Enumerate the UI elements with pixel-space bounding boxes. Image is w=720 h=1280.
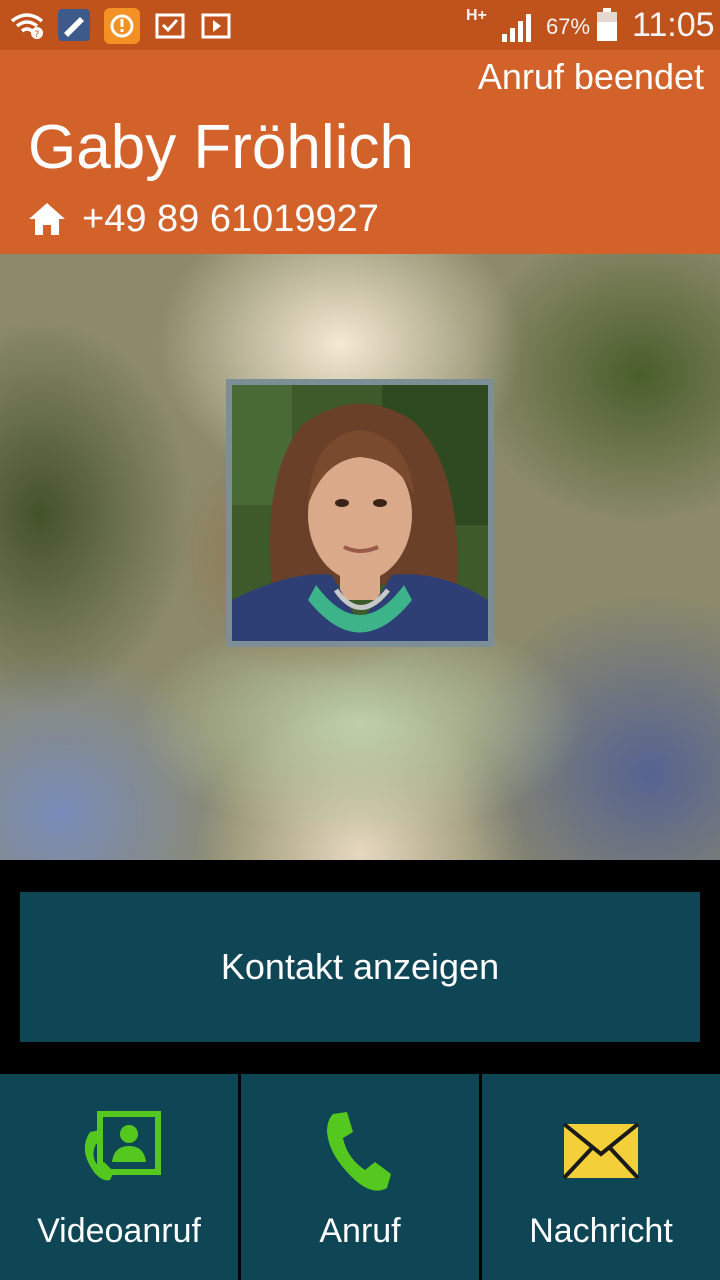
contact-photo-background [0,254,720,860]
clipboard-icon [155,13,185,39]
contact-name: Gaby Fröhlich [28,113,414,182]
video-call-icon [84,1111,161,1181]
network-type-icon: H+ [466,8,487,24]
video-call-label: Videoanruf [37,1212,201,1250]
message-icon [562,1122,640,1180]
phone-row: +49 89 61019927 [28,196,379,242]
notification-app-icon [58,9,90,41]
signal-icon [502,14,531,42]
call-label: Anruf [319,1212,401,1250]
media-icon [201,13,231,39]
phone-icon [327,1112,391,1191]
call-button[interactable]: Anruf [241,1074,479,1280]
call-header: Anruf beendet Gaby Fröhlich +49 89 61019… [0,50,720,254]
call-actions-bar: Videoanruf Anruf Nachricht [0,1074,720,1280]
video-call-button[interactable]: Videoanruf [0,1074,238,1280]
battery-icon [597,8,617,41]
svg-text:?: ? [35,30,40,40]
network-type-label: H+ [466,7,487,24]
phone-number: +49 89 61019927 [82,197,379,240]
download-icon [104,8,140,44]
message-button[interactable]: Nachricht [482,1074,720,1280]
view-contact-button[interactable]: Kontakt anzeigen [20,892,700,1042]
clock: 11:05 [632,6,715,44]
home-icon [29,203,65,235]
battery-percent: 67% [546,14,591,39]
status-bar: ? H+ 67% 11:05 [0,0,720,50]
wifi-icon: ? [10,13,44,40]
contact-avatar[interactable] [226,379,494,647]
contact-photo [232,385,488,641]
message-label: Nachricht [529,1212,673,1250]
call-status: Anruf beendet [477,56,704,97]
